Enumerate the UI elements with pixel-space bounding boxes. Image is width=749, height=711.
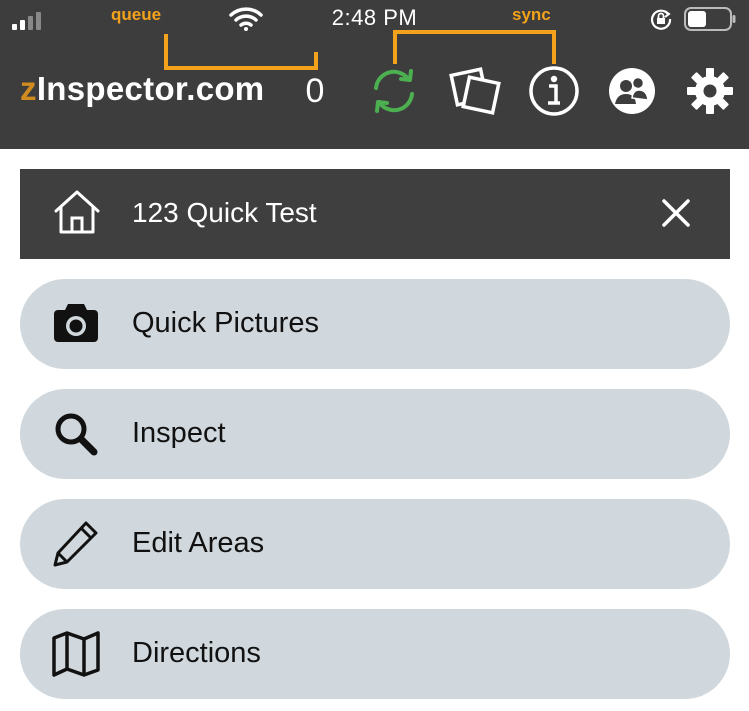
queue-annotation-label: queue <box>111 5 162 24</box>
menu-item-label: Directions <box>132 637 261 669</box>
sync-icon[interactable] <box>367 64 421 118</box>
queue-annotation-drop <box>314 52 318 70</box>
menu-item-label: Edit Areas <box>132 527 265 559</box>
menu-item-label: Inspect <box>132 417 226 449</box>
menu-item-label: Quick Pictures <box>132 307 319 339</box>
sync-annotation-line <box>393 30 556 64</box>
sync-annotation-label: sync <box>512 5 551 24</box>
menu-item-edit-areas[interactable]: Edit Areas <box>20 499 730 589</box>
inspection-title: 123 Quick Test <box>132 197 317 228</box>
map-icon <box>50 628 102 680</box>
top-bar: 2:48 PM queue sync zInspector.com 0 <box>0 0 749 149</box>
pencil-icon <box>50 518 102 570</box>
rotation-lock-icon <box>650 8 672 30</box>
close-icon[interactable] <box>656 193 696 233</box>
users-icon[interactable] <box>605 64 659 118</box>
gear-icon[interactable] <box>683 64 737 118</box>
menu-item-directions[interactable]: Directions <box>20 609 730 699</box>
battery-icon <box>684 7 736 31</box>
inspection-card[interactable]: 123 Quick Test <box>20 169 730 259</box>
camera-icon <box>50 298 102 350</box>
search-icon <box>50 408 102 460</box>
queue-annotation-line <box>164 34 318 70</box>
photos-icon[interactable] <box>448 64 502 118</box>
menu-item-inspect[interactable]: Inspect <box>20 389 730 479</box>
menu-item-quick-pictures[interactable]: Quick Pictures <box>20 279 730 369</box>
queue-count[interactable]: 0 <box>300 72 330 111</box>
info-icon[interactable] <box>527 64 581 118</box>
brand-logo: zInspector.com <box>20 70 265 107</box>
home-icon <box>52 187 102 237</box>
